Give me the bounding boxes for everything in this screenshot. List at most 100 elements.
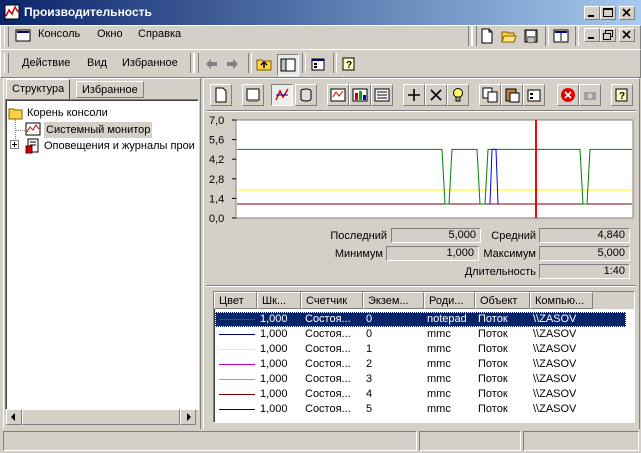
cell-parent: mmc: [427, 343, 451, 355]
update-data-button[interactable]: [579, 84, 601, 106]
menu-view[interactable]: Вид: [87, 57, 107, 69]
graph-view-icon: [330, 88, 346, 102]
tree-horizontal-scrollbar[interactable]: [6, 409, 196, 425]
view-current-activity-button[interactable]: [271, 84, 293, 106]
counter-row[interactable]: 1,000 Состоя... 4 mmc Поток \\ZASOV: [215, 387, 626, 402]
forward-arrow-icon[interactable]: [225, 56, 241, 72]
close-icon: [622, 8, 631, 17]
delete-x-icon: [430, 89, 442, 101]
cell-object: Поток: [478, 328, 508, 340]
new-counter-set-button[interactable]: [210, 84, 232, 106]
col-header-parent[interactable]: Роди...: [424, 292, 475, 309]
up-level-icon[interactable]: [256, 56, 272, 72]
cell-object: Поток: [478, 373, 508, 385]
window-list-icon[interactable]: [553, 28, 569, 44]
col-header-scale[interactable]: Шк...: [257, 292, 301, 309]
scroll-thumb[interactable]: [22, 409, 180, 425]
sysmon-help-button[interactable]: ?: [611, 84, 633, 106]
close-button[interactable]: [619, 6, 635, 20]
freeze-display-button[interactable]: [557, 84, 579, 106]
y-tick-label: 1,4: [209, 193, 224, 205]
cell-counter: Состоя...: [305, 358, 351, 370]
copy-icon: [482, 87, 498, 103]
col-header-computer[interactable]: Компью...: [530, 292, 593, 309]
counter-row[interactable]: 1,000 Состоя... 3 mmc Поток \\ZASOV: [215, 372, 626, 387]
cell-scale: 1,000: [260, 343, 288, 355]
highlight-button[interactable]: [447, 84, 469, 106]
col-header-instance[interactable]: Экзем...: [363, 292, 424, 309]
help-icon[interactable]: ?: [341, 56, 357, 72]
tab-favorites[interactable]: Избранное: [76, 81, 144, 98]
restore-icon: [603, 30, 613, 40]
cell-instance: 0: [366, 313, 373, 325]
copy-properties-button[interactable]: [479, 84, 501, 106]
min-value: 1,000: [386, 246, 479, 261]
delete-counter-button[interactable]: [425, 84, 447, 106]
back-arrow-icon[interactable]: [203, 56, 219, 72]
color-swatch: [219, 394, 255, 395]
help-icon: ?: [615, 88, 628, 102]
expand-plus-icon[interactable]: [10, 140, 19, 149]
counter-list: Цвет Шк... Счетчик Экзем... Роди... Объе…: [213, 291, 635, 423]
sysmon-properties-button[interactable]: [523, 84, 545, 106]
maximize-button[interactable]: [600, 6, 616, 20]
view-log-data-button[interactable]: [295, 84, 317, 106]
window-title: Производительность: [24, 5, 152, 19]
cell-counter: Состоя...: [305, 313, 351, 325]
y-tick-label: 2,8: [209, 174, 224, 186]
mdi-close-button[interactable]: [619, 28, 635, 42]
counter-list-header: Цвет Шк... Счетчик Экзем... Роди... Объе…: [214, 292, 634, 309]
properties-icon[interactable]: [310, 56, 326, 72]
scroll-right-button[interactable]: [180, 409, 196, 425]
clear-display-button[interactable]: [242, 84, 264, 106]
cell-counter: Состоя...: [305, 403, 351, 415]
color-swatch: [219, 319, 255, 320]
minimize-button[interactable]: [584, 6, 600, 20]
counter-row[interactable]: 1,000 Состоя... 2 mmc Поток \\ZASOV: [215, 357, 626, 372]
menu-help[interactable]: Справка: [138, 28, 181, 40]
min-label: Минимум: [334, 248, 383, 260]
menubar-grip[interactable]: [4, 27, 9, 47]
save-icon[interactable]: [523, 28, 539, 44]
actionbar-grip[interactable]: [4, 53, 9, 73]
cell-counter: Состоя...: [305, 343, 351, 355]
show-hide-tree-button[interactable]: [277, 54, 299, 76]
counter-row[interactable]: 1,000 Состоя... 5 mmc Поток \\ZASOV: [215, 402, 626, 417]
cell-parent: mmc: [427, 358, 451, 370]
tab-structure[interactable]: Структура: [6, 79, 71, 99]
view-report-button[interactable]: [371, 84, 393, 106]
col-header-object[interactable]: Объект: [475, 292, 530, 309]
paste-counter-list-button[interactable]: [501, 84, 523, 106]
col-header-counter[interactable]: Счетчик: [301, 292, 363, 309]
svg-text:?: ?: [619, 91, 625, 102]
cell-computer: \\ZASOV: [533, 313, 577, 325]
close-icon: [622, 30, 631, 39]
color-swatch: [219, 334, 255, 335]
menu-console[interactable]: Консоль: [38, 28, 80, 40]
view-histogram-button[interactable]: [349, 84, 371, 106]
col-header-color[interactable]: Цвет: [214, 292, 257, 309]
menu-window[interactable]: Окно: [97, 28, 123, 40]
menu-action[interactable]: Действие: [22, 57, 70, 69]
scroll-left-button[interactable]: [6, 409, 22, 425]
alerts-logs-icon: [25, 138, 39, 154]
title-bar[interactable]: Производительность: [0, 0, 641, 25]
histogram-icon: [352, 88, 368, 102]
cell-object: Поток: [478, 313, 508, 325]
new-file-icon[interactable]: [479, 28, 495, 44]
mdi-minimize-button[interactable]: [584, 28, 600, 42]
cell-computer: \\ZASOV: [533, 388, 577, 400]
open-folder-icon[interactable]: [501, 28, 517, 44]
counter-row[interactable]: 1,000 Состоя... 1 mmc Поток \\ZASOV: [215, 342, 626, 357]
cell-instance: 1: [366, 343, 373, 355]
counter-row[interactable]: 1,000 Состоя... 0 notepad Поток \\ZASOV: [215, 312, 626, 327]
mdi-restore-button[interactable]: [600, 28, 616, 42]
counter-row[interactable]: 1,000 Состоя... 0 mmc Поток \\ZASOV: [215, 327, 626, 342]
toolbar-grip[interactable]: [472, 26, 477, 46]
add-counter-button[interactable]: [403, 84, 425, 106]
avg-value: 4,840: [539, 228, 630, 243]
cell-scale: 1,000: [260, 313, 288, 325]
nav-toolbar-grip[interactable]: [194, 53, 199, 73]
view-graph-button[interactable]: [327, 84, 349, 106]
menu-favorites[interactable]: Избранное: [122, 57, 178, 69]
